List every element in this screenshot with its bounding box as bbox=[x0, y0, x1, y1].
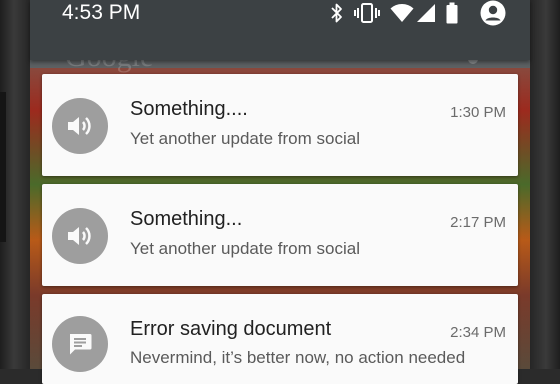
notification-title: Error saving document bbox=[130, 318, 332, 340]
notification-text: Yet another update from social bbox=[130, 239, 360, 258]
signal-icon bbox=[416, 3, 436, 23]
notification-title: Something.... bbox=[130, 98, 248, 120]
account-icon[interactable] bbox=[480, 0, 506, 26]
vibrate-icon bbox=[354, 2, 380, 24]
status-time: 4:53 PM bbox=[62, 1, 141, 24]
notification-time: 1:30 PM bbox=[450, 104, 506, 121]
volume-icon bbox=[52, 208, 108, 264]
notification-text: Yet another update from social bbox=[130, 129, 360, 148]
phone-side-button bbox=[0, 92, 6, 242]
wifi-icon bbox=[390, 3, 414, 23]
notification-time: 2:17 PM bbox=[450, 214, 506, 231]
volume-icon bbox=[52, 98, 108, 154]
notification-card[interactable]: Error saving document Nevermind, it’s be… bbox=[42, 294, 518, 384]
message-icon bbox=[52, 316, 108, 372]
notification-card[interactable]: Something.... Yet another update from so… bbox=[42, 74, 518, 176]
bluetooth-icon bbox=[330, 2, 344, 24]
notification-card[interactable]: Something... Yet another update from soc… bbox=[42, 184, 518, 286]
notification-time: 2:34 PM bbox=[450, 324, 506, 341]
status-icons bbox=[330, 0, 516, 26]
notification-title: Something... bbox=[130, 208, 243, 230]
battery-icon bbox=[446, 2, 458, 24]
notification-text: Nevermind, it’s better now, no action ne… bbox=[130, 348, 466, 367]
